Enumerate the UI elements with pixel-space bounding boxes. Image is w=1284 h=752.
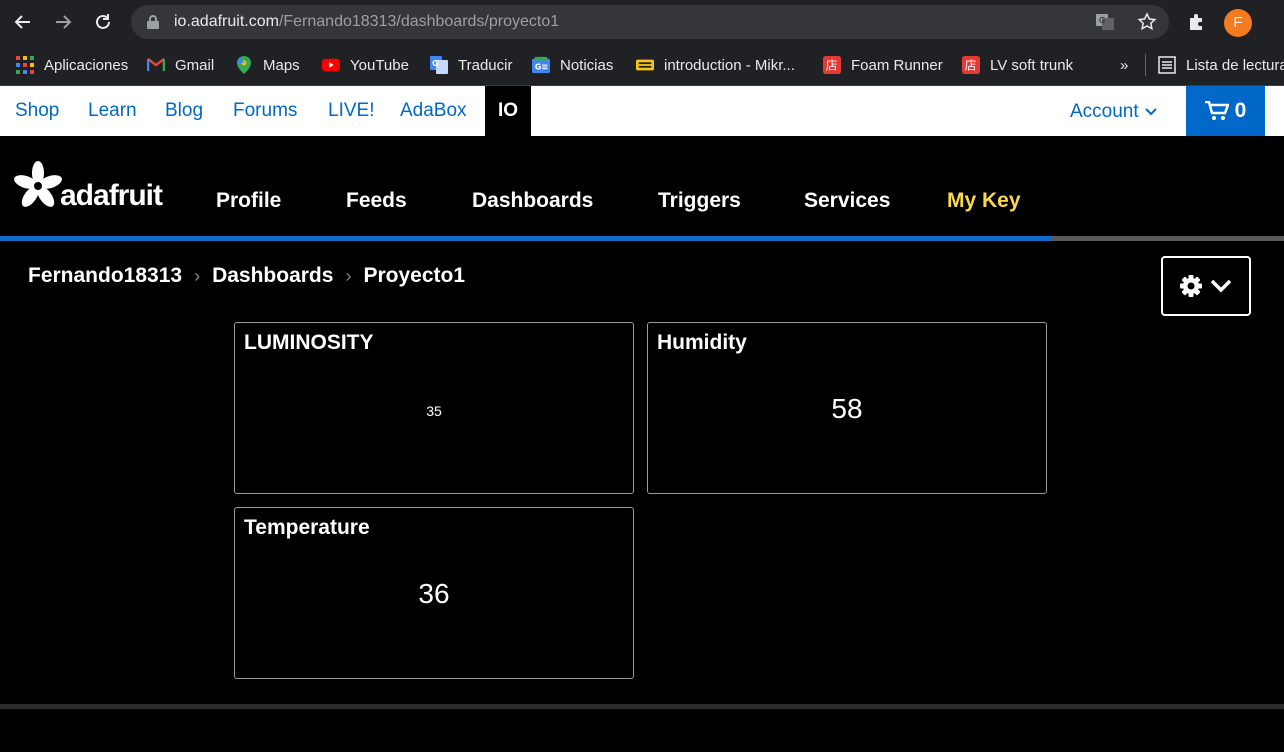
reload-icon[interactable] bbox=[89, 8, 117, 36]
profile-avatar[interactable]: F bbox=[1224, 9, 1252, 37]
maps-pin-icon bbox=[235, 56, 253, 74]
star-bookmark-icon[interactable] bbox=[1135, 10, 1159, 34]
url-path: /Fernando18313/dashboards/proyecto1 bbox=[278, 13, 560, 30]
youtube-icon bbox=[322, 56, 340, 74]
nav-profile[interactable]: Profile bbox=[216, 189, 281, 213]
svg-text:G: G bbox=[432, 59, 439, 68]
breadcrumb: Fernando18313 › Dashboards › Proyecto1 bbox=[28, 264, 465, 288]
store-icon: 店 bbox=[962, 56, 980, 74]
nav-blog[interactable]: Blog bbox=[165, 100, 203, 122]
bookmark-label: Foam Runner bbox=[851, 56, 943, 74]
reading-list-icon bbox=[1158, 56, 1176, 74]
bookmark-traducir[interactable]: G Traducir bbox=[430, 54, 512, 76]
nav-feeds[interactable]: Feeds bbox=[346, 189, 407, 213]
nav-forums[interactable]: Forums bbox=[233, 100, 297, 122]
bookmark-label: Noticias bbox=[560, 56, 614, 74]
forward-arrow-icon[interactable] bbox=[49, 8, 77, 36]
nav-adabox[interactable]: AdaBox bbox=[400, 100, 467, 122]
url-text[interactable]: io.adafruit.com/Fernando18313/dashboards… bbox=[174, 13, 559, 31]
header-underline bbox=[0, 236, 1284, 241]
nav-my-key[interactable]: My Key bbox=[947, 189, 1021, 213]
bookmark-gmail[interactable]: Gmail bbox=[147, 54, 214, 76]
bookmarks-divider bbox=[1145, 54, 1146, 76]
bookmarks-overflow-button[interactable]: » bbox=[1120, 54, 1128, 76]
nav-triggers[interactable]: Triggers bbox=[658, 189, 741, 213]
mikro-icon bbox=[636, 56, 654, 74]
reading-list-button[interactable]: Lista de lectura bbox=[1158, 54, 1284, 76]
back-arrow-icon[interactable] bbox=[9, 8, 37, 36]
adafruit-top-nav: Shop Learn Blog Forums LIVE! AdaBox IO A… bbox=[0, 86, 1284, 136]
block-value: 58 bbox=[831, 393, 863, 424]
block-value: 35 bbox=[426, 403, 442, 419]
dashboard-settings-button[interactable] bbox=[1161, 256, 1251, 316]
block-title: Humidity bbox=[657, 331, 747, 354]
reading-list-label: Lista de lectura bbox=[1186, 56, 1284, 74]
bookmark-maps[interactable]: Maps bbox=[235, 54, 300, 76]
block-value: 36 bbox=[418, 578, 450, 609]
logo-wordmark: adafruit bbox=[60, 179, 163, 212]
breadcrumb-current-page: Proyecto1 bbox=[363, 264, 465, 287]
cart-button[interactable]: 0 bbox=[1186, 86, 1265, 136]
bookmark-foam-runner[interactable]: 店 Foam Runner bbox=[823, 54, 943, 76]
block-title: Temperature bbox=[244, 516, 370, 539]
nav-io[interactable]: IO bbox=[485, 86, 531, 136]
bookmark-label: Gmail bbox=[175, 56, 215, 74]
address-bar[interactable]: io.adafruit.com/Fernando18313/dashboards… bbox=[131, 5, 1169, 39]
account-label: Account bbox=[1070, 101, 1139, 122]
adafruit-flower-icon bbox=[14, 161, 62, 207]
nav-services[interactable]: Services bbox=[804, 189, 890, 213]
adafruit-logo[interactable]: adafruit bbox=[14, 161, 163, 212]
block-luminosity[interactable]: LUMINOSITY 35 bbox=[234, 322, 634, 494]
chevron-down-icon bbox=[1210, 279, 1232, 293]
translate-icon: G bbox=[430, 56, 448, 74]
breadcrumb-user[interactable]: Fernando18313 bbox=[28, 264, 182, 288]
bookmark-label: Aplicaciones bbox=[44, 56, 129, 74]
bookmark-lv-soft-trunk[interactable]: 店 LV soft trunk bbox=[962, 54, 1073, 76]
nav-shop[interactable]: Shop bbox=[15, 100, 59, 122]
extensions-puzzle-icon[interactable] bbox=[1185, 10, 1209, 34]
url-host: io.adafruit.com bbox=[174, 13, 279, 30]
bookmark-label: LV soft trunk bbox=[990, 56, 1074, 74]
bookmark-label: Traducir bbox=[458, 56, 513, 74]
block-humidity[interactable]: Humidity 58 bbox=[647, 322, 1047, 494]
bookmark-label: Maps bbox=[263, 56, 300, 74]
account-dropdown[interactable]: Account bbox=[1070, 101, 1157, 123]
gmail-icon bbox=[147, 56, 165, 74]
bookmark-youtube[interactable]: YouTube bbox=[322, 54, 409, 76]
breadcrumb-separator: › bbox=[345, 265, 352, 286]
svg-text:店: 店 bbox=[965, 59, 977, 73]
breadcrumb-dashboards[interactable]: Dashboards bbox=[212, 264, 333, 288]
nav-dashboards[interactable]: Dashboards bbox=[472, 189, 593, 213]
bookmark-label: YouTube bbox=[350, 56, 409, 74]
shopping-cart-icon bbox=[1204, 101, 1229, 120]
breadcrumb-separator: › bbox=[194, 265, 201, 286]
translate-page-icon[interactable]: G bbox=[1093, 10, 1117, 34]
svg-text:G: G bbox=[1099, 16, 1105, 25]
store-icon: 店 bbox=[823, 56, 841, 74]
bookmark-label: introduction - Mikr... bbox=[664, 56, 795, 74]
svg-text:G≡: G≡ bbox=[535, 62, 548, 72]
bookmarks-bar: Aplicaciones Gmail Maps YouTube G Traduc… bbox=[0, 44, 1284, 86]
news-icon: G≡ bbox=[532, 56, 550, 74]
cart-count: 0 bbox=[1234, 99, 1247, 122]
footer-divider bbox=[0, 704, 1284, 709]
io-header: adafruit Profile Feeds Dashboards Trigge… bbox=[0, 136, 1284, 237]
gear-icon bbox=[1180, 275, 1202, 297]
chevron-down-icon bbox=[1144, 108, 1157, 116]
header-underline-accent bbox=[0, 236, 1051, 241]
svg-text:店: 店 bbox=[826, 59, 838, 73]
block-title: LUMINOSITY bbox=[244, 331, 374, 354]
browser-toolbar: io.adafruit.com/Fernando18313/dashboards… bbox=[0, 0, 1284, 44]
bookmark-mikro[interactable]: introduction - Mikr... bbox=[636, 54, 795, 76]
nav-live[interactable]: LIVE! bbox=[328, 100, 374, 122]
nav-learn[interactable]: Learn bbox=[88, 100, 137, 122]
apps-grid-icon bbox=[16, 56, 34, 74]
block-temperature[interactable]: Temperature 36 bbox=[234, 507, 634, 679]
bookmark-apps[interactable]: Aplicaciones bbox=[16, 54, 128, 76]
lock-icon[interactable] bbox=[141, 10, 165, 34]
bookmark-noticias[interactable]: G≡ Noticias bbox=[532, 54, 613, 76]
